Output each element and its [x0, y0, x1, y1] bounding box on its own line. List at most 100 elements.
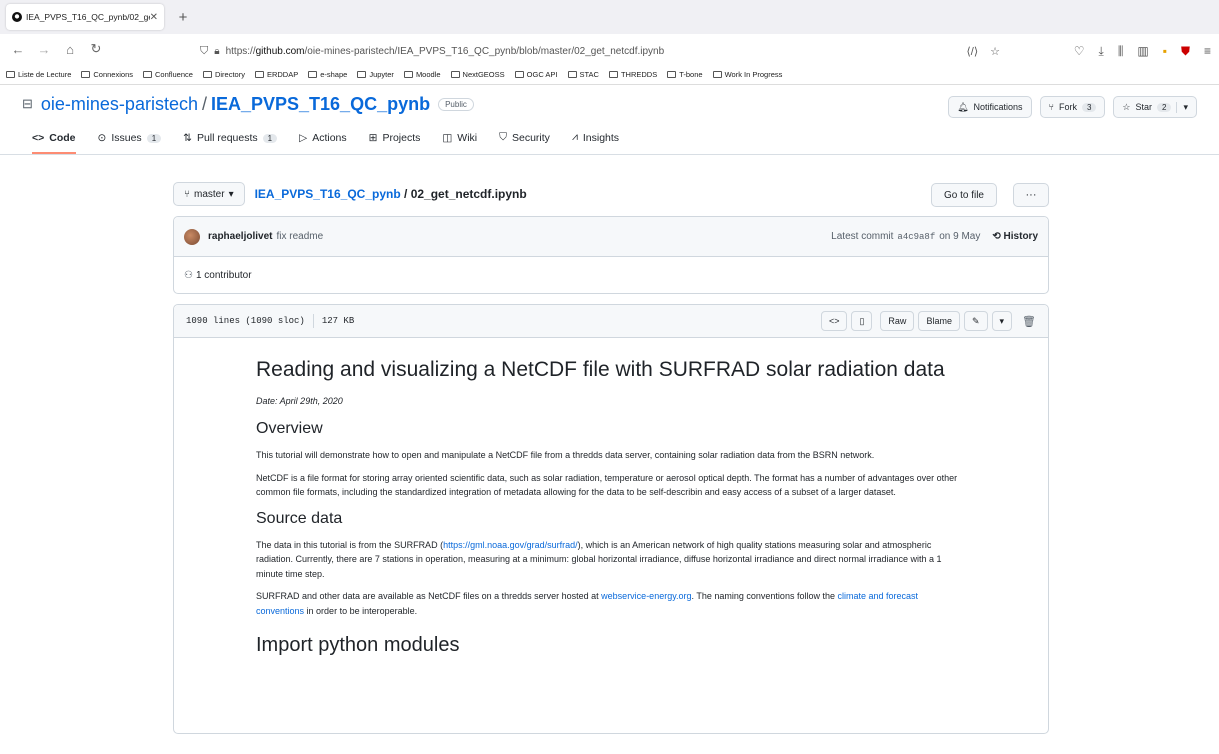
pocket-icon[interactable]: ♡	[1074, 44, 1085, 58]
edit-dropdown[interactable]: ▾	[991, 311, 1013, 331]
bell-icon: 🔔︎	[957, 101, 969, 112]
url-host: github.com	[255, 45, 305, 57]
commit-author[interactable]: raphaeljolivet	[208, 231, 272, 242]
close-icon[interactable]: ✕	[150, 12, 158, 23]
edit-button[interactable]: ✎	[963, 311, 988, 331]
repo-owner-link[interactable]: oie-mines-paristech	[41, 94, 198, 115]
commit-message[interactable]: fix readme	[276, 231, 323, 242]
repo-separator: /	[201, 93, 207, 114]
download-icon[interactable]: ⤓	[1099, 44, 1104, 59]
history-link[interactable]: ⟲ History	[992, 231, 1038, 242]
overview-paragraph: This tutorial will demonstrate how to op…	[256, 450, 875, 460]
bookmarks-bar: Liste de Lecture Connexions Confluence D…	[0, 64, 1219, 85]
bookmark-item[interactable]: Moodle	[403, 70, 441, 79]
bookmark-item[interactable]: Liste de Lecture	[6, 70, 71, 79]
bookmark-item[interactable]: STAC	[567, 70, 599, 79]
browser-tab[interactable]: IEA_PVPS_T16_QC_pynb/02_ge ✕	[6, 4, 164, 30]
bookmark-item[interactable]: Directory	[202, 70, 245, 79]
trash-icon[interactable]: 🗑︎	[1022, 315, 1036, 328]
url-path: /oie-mines-paristech/IEA_PVPS_T16_QC_pyn…	[304, 45, 665, 57]
tab-security[interactable]: ⛉ Security	[499, 131, 550, 154]
bookmark-item[interactable]: OGC API	[514, 70, 558, 79]
branch-selector[interactable]: ⑂ master ▾	[173, 182, 245, 206]
breadcrumb-repo-link[interactable]: IEA_PVPS_T16_QC_pynb	[255, 187, 401, 201]
latest-commit-row: raphaeljolivet fix readme Latest commit …	[174, 217, 1048, 257]
sidebar-icon[interactable]: ▥	[1137, 44, 1148, 58]
star-icon: ☆	[1122, 101, 1131, 112]
chevron-down-icon[interactable]: ▾	[1176, 101, 1188, 113]
raw-button[interactable]: Raw	[880, 311, 915, 331]
bookmark-item[interactable]: ERDDAP	[254, 70, 298, 79]
menu-icon[interactable]: ≡	[1204, 44, 1211, 58]
notifications-button[interactable]: 🔔︎ Notifications	[948, 96, 1032, 118]
browser-toolbar: ♡ ⤓ ⫼ ▥ ▪ ⛊ ≡	[1074, 38, 1211, 64]
star-button[interactable]: ☆ Star 2 ▾	[1113, 96, 1197, 118]
home-icon[interactable]: ⌂	[62, 42, 78, 57]
tab-projects[interactable]: ⊞ Projects	[369, 132, 421, 154]
avatar[interactable]	[184, 228, 200, 245]
code-icon: <>	[828, 316, 840, 326]
github-icon	[12, 12, 22, 22]
file-box: 1090 lines (1090 sloc) 127 KB <> ▯ Raw B…	[173, 304, 1049, 734]
ublock-icon[interactable]: ⛊	[1181, 44, 1190, 59]
chevron-down-icon: ▾	[228, 188, 234, 200]
go-to-file-button[interactable]: Go to file	[930, 183, 997, 207]
line-count: 1090 lines (1090 sloc)	[186, 316, 305, 326]
shield-icon: ⛉	[200, 44, 209, 57]
reload-icon[interactable]: ↻	[88, 41, 104, 57]
source-view-button[interactable]: <>	[820, 311, 848, 331]
bookmark-item[interactable]: e-shape	[308, 70, 347, 79]
tab-title: IEA_PVPS_T16_QC_pynb/02_ge	[26, 12, 150, 22]
bookmark-item[interactable]: NextGEOSS	[450, 70, 505, 79]
folder-icon	[514, 70, 524, 78]
bookmark-item[interactable]: Confluence	[142, 70, 193, 79]
folder-icon	[6, 70, 15, 78]
folder-icon	[254, 70, 264, 78]
source-paragraph-2: SURFRAD and other data are available as …	[256, 591, 919, 616]
reader-view-icon[interactable]: ⟨/⟩	[966, 45, 978, 58]
tab-wiki[interactable]: ◫ Wiki	[442, 132, 477, 154]
fork-button[interactable]: ⑂ Fork 3	[1039, 96, 1106, 118]
contributors-row[interactable]: ⚇ 1 contributor	[174, 257, 1048, 294]
bookmark-item[interactable]: Connexions	[81, 70, 133, 79]
pull-request-icon: ⇅	[183, 132, 192, 144]
breadcrumb-filename: 02_get_netcdf.ipynb	[410, 187, 527, 201]
notebook-title: Reading and visualizing a NetCDF file wi…	[256, 358, 945, 381]
bookmark-item[interactable]: Jupyter	[357, 70, 394, 79]
tab-pull-requests[interactable]: ⇅ Pull requests 1	[183, 132, 278, 154]
webservice-link[interactable]: webservice-energy.org	[601, 591, 691, 601]
tab-issues[interactable]: ⊙ Issues 1	[98, 132, 162, 154]
history-icon: ⟲	[992, 231, 1001, 242]
bookmark-item[interactable]: THREDDS	[608, 70, 657, 79]
commit-box: raphaeljolivet fix readme Latest commit …	[173, 216, 1049, 294]
book-icon: ◫	[442, 132, 453, 144]
repo-name-link[interactable]: IEA_PVPS_T16_QC_pynb	[211, 94, 430, 115]
import-heading: Import python modules	[256, 634, 460, 656]
library-icon[interactable]: ⫼	[1118, 44, 1124, 59]
bookmark-item[interactable]: Work In Progress	[712, 70, 782, 79]
file-size: 127 KB	[321, 316, 355, 326]
bookmark-item[interactable]: T-bone	[667, 70, 703, 79]
extension-icon[interactable]: ▪	[1163, 44, 1167, 58]
visibility-badge: Public	[438, 97, 474, 111]
more-options-button[interactable]: ···	[1013, 183, 1049, 207]
pencil-icon: ✎	[971, 315, 980, 326]
commit-sha[interactable]: a4c9a8f	[897, 232, 935, 242]
breadcrumb: IEA_PVPS_T16_QC_pynb / 02_get_netcdf.ipy…	[254, 187, 527, 201]
surfrad-link[interactable]: https://gml.noaa.gov/grad/surfrad/	[443, 540, 578, 550]
code-icon: <>	[32, 132, 45, 144]
new-tab-button[interactable]: +	[172, 9, 194, 26]
forward-icon[interactable]: →	[36, 42, 52, 57]
tab-insights[interactable]: ⩘ Insights	[572, 131, 619, 154]
address-bar[interactable]: ⛉ 🔒︎ https://github.com/oie-mines-parist…	[200, 38, 1000, 64]
tab-code[interactable]: <> Code	[32, 132, 76, 154]
rendered-view-button[interactable]: ▯	[851, 311, 873, 331]
blame-button[interactable]: Blame	[918, 311, 960, 331]
contributors-count: 1 contributor	[195, 270, 252, 281]
back-icon[interactable]: ←	[10, 42, 26, 57]
chevron-down-icon: ▾	[999, 315, 1005, 326]
tab-actions[interactable]: ▷ Actions	[299, 132, 347, 154]
bookmark-star-icon[interactable]: ☆	[990, 45, 1000, 58]
notebook-date: Date: April 29th, 2020	[256, 396, 343, 406]
table-icon: ⊞	[368, 132, 378, 144]
